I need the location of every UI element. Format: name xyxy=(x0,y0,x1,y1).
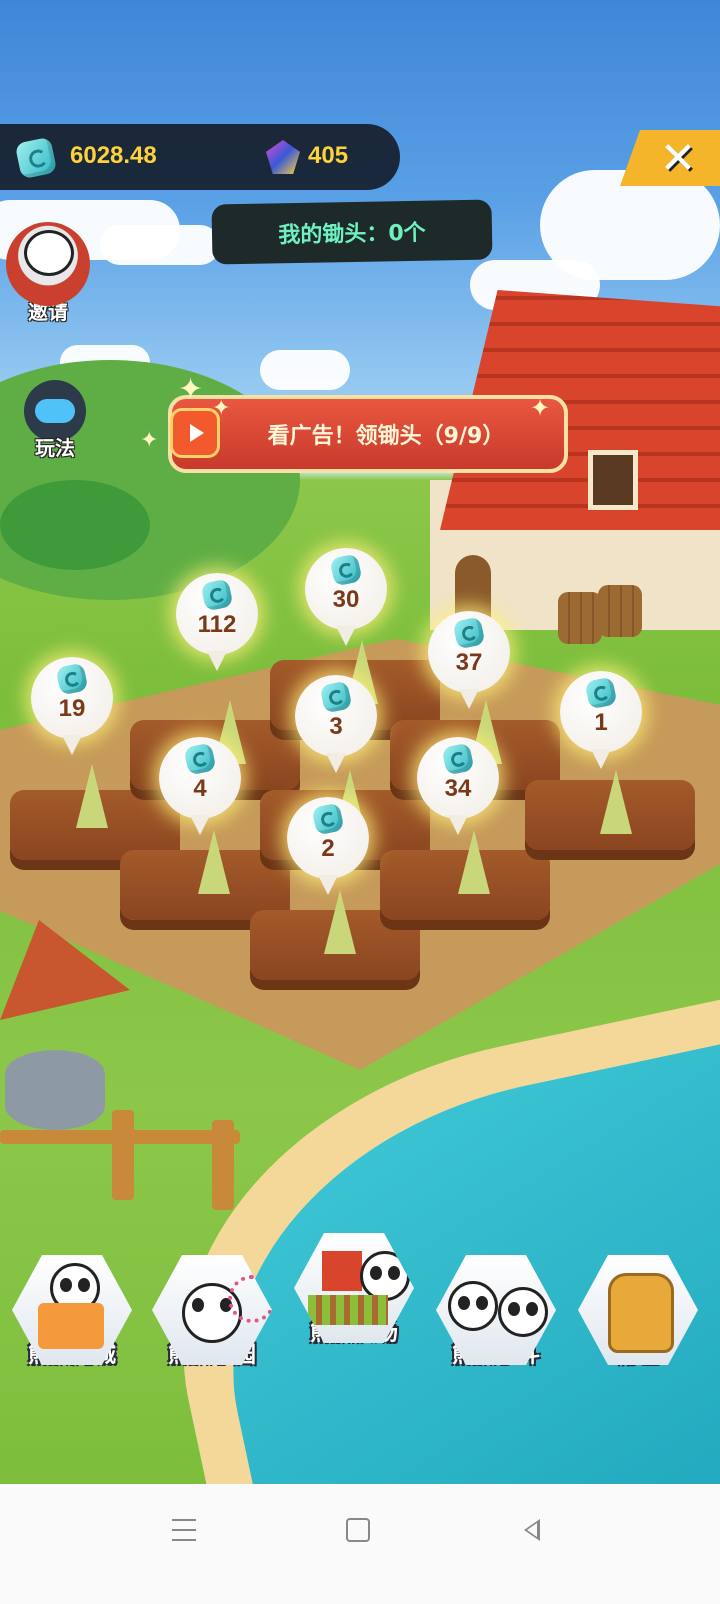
sparkle-icon: ✦ xyxy=(530,394,551,422)
reward-amount: 37 xyxy=(455,649,483,676)
reward-bubble[interactable]: 34 xyxy=(417,737,499,835)
nav-panda-farm[interactable]: 熊猫农场 xyxy=(290,1233,418,1361)
play-triangle xyxy=(190,424,204,442)
fence-post xyxy=(212,1120,234,1210)
bamboo-shoot xyxy=(76,764,108,828)
sparkle-icon: ✦ xyxy=(212,396,231,421)
reward-amount: 1 xyxy=(594,709,608,736)
invite-button[interactable]: 邀请 xyxy=(6,222,90,325)
ferris-wheel xyxy=(228,1275,272,1323)
panda-icon xyxy=(360,1251,410,1301)
gem-icon xyxy=(200,578,234,612)
reward-amount: 30 xyxy=(332,586,360,613)
menu-icon xyxy=(172,1519,196,1541)
gem-icon xyxy=(441,742,475,776)
gem-icon xyxy=(452,616,486,650)
reward-amount: 19 xyxy=(58,695,86,722)
sparkle-icon: ✦ xyxy=(140,428,159,453)
reward-amount: 112 xyxy=(197,611,237,638)
reward-bubble[interactable]: 37 xyxy=(428,611,510,709)
panda-icon xyxy=(498,1287,548,1337)
back-triangle-icon xyxy=(524,1519,540,1541)
reward-amount: 4 xyxy=(193,775,207,802)
gem-icon xyxy=(584,676,618,710)
reward-amount: 2 xyxy=(321,835,335,862)
backpack-icon xyxy=(578,1255,698,1365)
back-button[interactable] xyxy=(512,1510,552,1550)
close-icon: ✕ xyxy=(659,132,697,184)
sparkle-icon: ✦ xyxy=(178,372,204,407)
nav-panda-shop[interactable]: 熊猫商城 xyxy=(8,1255,136,1383)
bamboo-shoot xyxy=(324,890,356,954)
bamboo-shoot xyxy=(600,770,632,834)
reward-bubble[interactable]: 112 xyxy=(176,573,258,671)
gem-icon xyxy=(183,742,217,776)
farmhouse-window xyxy=(588,450,638,510)
panda-icon xyxy=(448,1281,498,1331)
reward-bubble[interactable]: 30 xyxy=(305,548,387,646)
barrel xyxy=(598,585,642,637)
reward-amount: 34 xyxy=(444,775,472,802)
well xyxy=(5,1050,105,1130)
barrel xyxy=(558,592,602,644)
cloud xyxy=(100,225,220,265)
howto-label: 玩法 xyxy=(35,436,75,460)
bottom-nav: 熊猫商城 熊猫乐园 熊猫农场 熊猫争斗 背包 xyxy=(0,1233,720,1405)
gem-balance: 6028.48 xyxy=(70,142,157,169)
reward-bubble[interactable]: 1 xyxy=(560,671,642,769)
diamond-balance: 405 xyxy=(308,142,349,169)
reward-bubble[interactable]: 3 xyxy=(295,675,377,773)
nav-panda-fight[interactable]: 熊猫争斗 xyxy=(432,1255,560,1383)
gem-icon xyxy=(329,553,363,587)
hoe-count-banner: 我的锄头：0个 xyxy=(211,199,493,265)
panda-face xyxy=(24,230,74,276)
cloud xyxy=(260,350,350,390)
reward-amount: 3 xyxy=(329,713,343,740)
fence-post xyxy=(112,1110,134,1200)
recent-apps-button[interactable] xyxy=(164,1510,204,1550)
crop-rows xyxy=(308,1295,388,1325)
nav-panda-park[interactable]: 熊猫乐园 xyxy=(148,1255,276,1383)
barn xyxy=(322,1251,362,1291)
reward-bubble[interactable]: 2 xyxy=(287,797,369,895)
backpack-body xyxy=(608,1273,674,1353)
gem-icon xyxy=(319,680,353,714)
reward-bubble[interactable]: 4 xyxy=(159,737,241,835)
reward-bubble[interactable]: 19 xyxy=(31,657,113,755)
home-button[interactable] xyxy=(338,1510,378,1550)
watch-ad-label: 看广告！领锄头（9/9） xyxy=(267,424,505,449)
hoe-count-text: 我的锄头：0个 xyxy=(278,220,426,249)
home-square-icon xyxy=(346,1518,370,1542)
shop-stand xyxy=(38,1303,104,1349)
nav-backpack[interactable]: 背包 xyxy=(574,1255,702,1383)
hill xyxy=(0,480,150,570)
bamboo-shoot xyxy=(198,830,230,894)
gem-icon xyxy=(311,802,345,836)
gem-icon xyxy=(55,662,89,696)
gamepad-shape xyxy=(35,399,75,423)
panda-avatar-icon xyxy=(6,222,90,306)
howto-button[interactable]: 玩法 xyxy=(24,380,86,461)
bamboo-shoot xyxy=(458,830,490,894)
